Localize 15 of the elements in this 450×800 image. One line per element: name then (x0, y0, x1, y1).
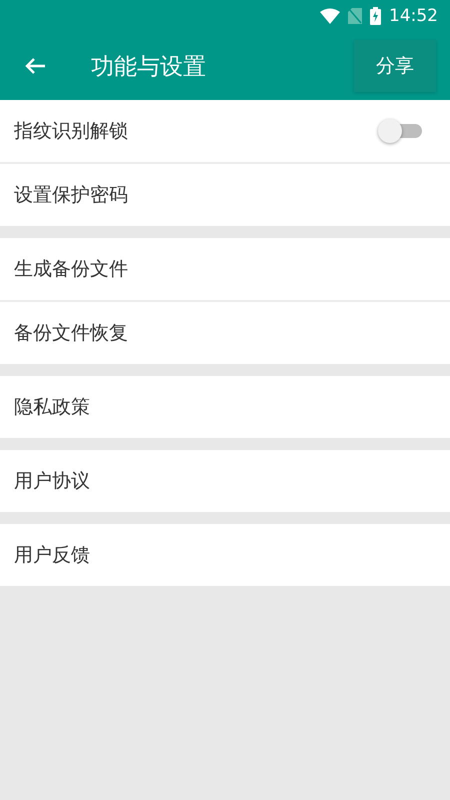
battery-charging-icon (370, 7, 381, 25)
back-arrow-icon (24, 57, 46, 75)
setting-label[interactable]: 生成备份文件 (14, 256, 128, 282)
screen-title: 功能与设置 (91, 52, 207, 82)
toggle-switch[interactable] (378, 118, 422, 144)
setting-label[interactable]: 用户反馈 (14, 542, 90, 568)
setting-label[interactable]: 隐私政策 (14, 394, 90, 420)
no-sim-icon (348, 8, 362, 24)
share-button[interactable]: 分享 (354, 40, 436, 92)
wifi-icon (320, 8, 340, 24)
status-time: 14:52 (389, 6, 438, 26)
setting-label[interactable]: 指纹识别解锁 (14, 118, 128, 144)
setting-label[interactable]: 设置保护密码 (14, 182, 128, 208)
setting-label[interactable]: 用户协议 (14, 468, 90, 494)
setting-label[interactable]: 备份文件恢复 (14, 320, 128, 346)
